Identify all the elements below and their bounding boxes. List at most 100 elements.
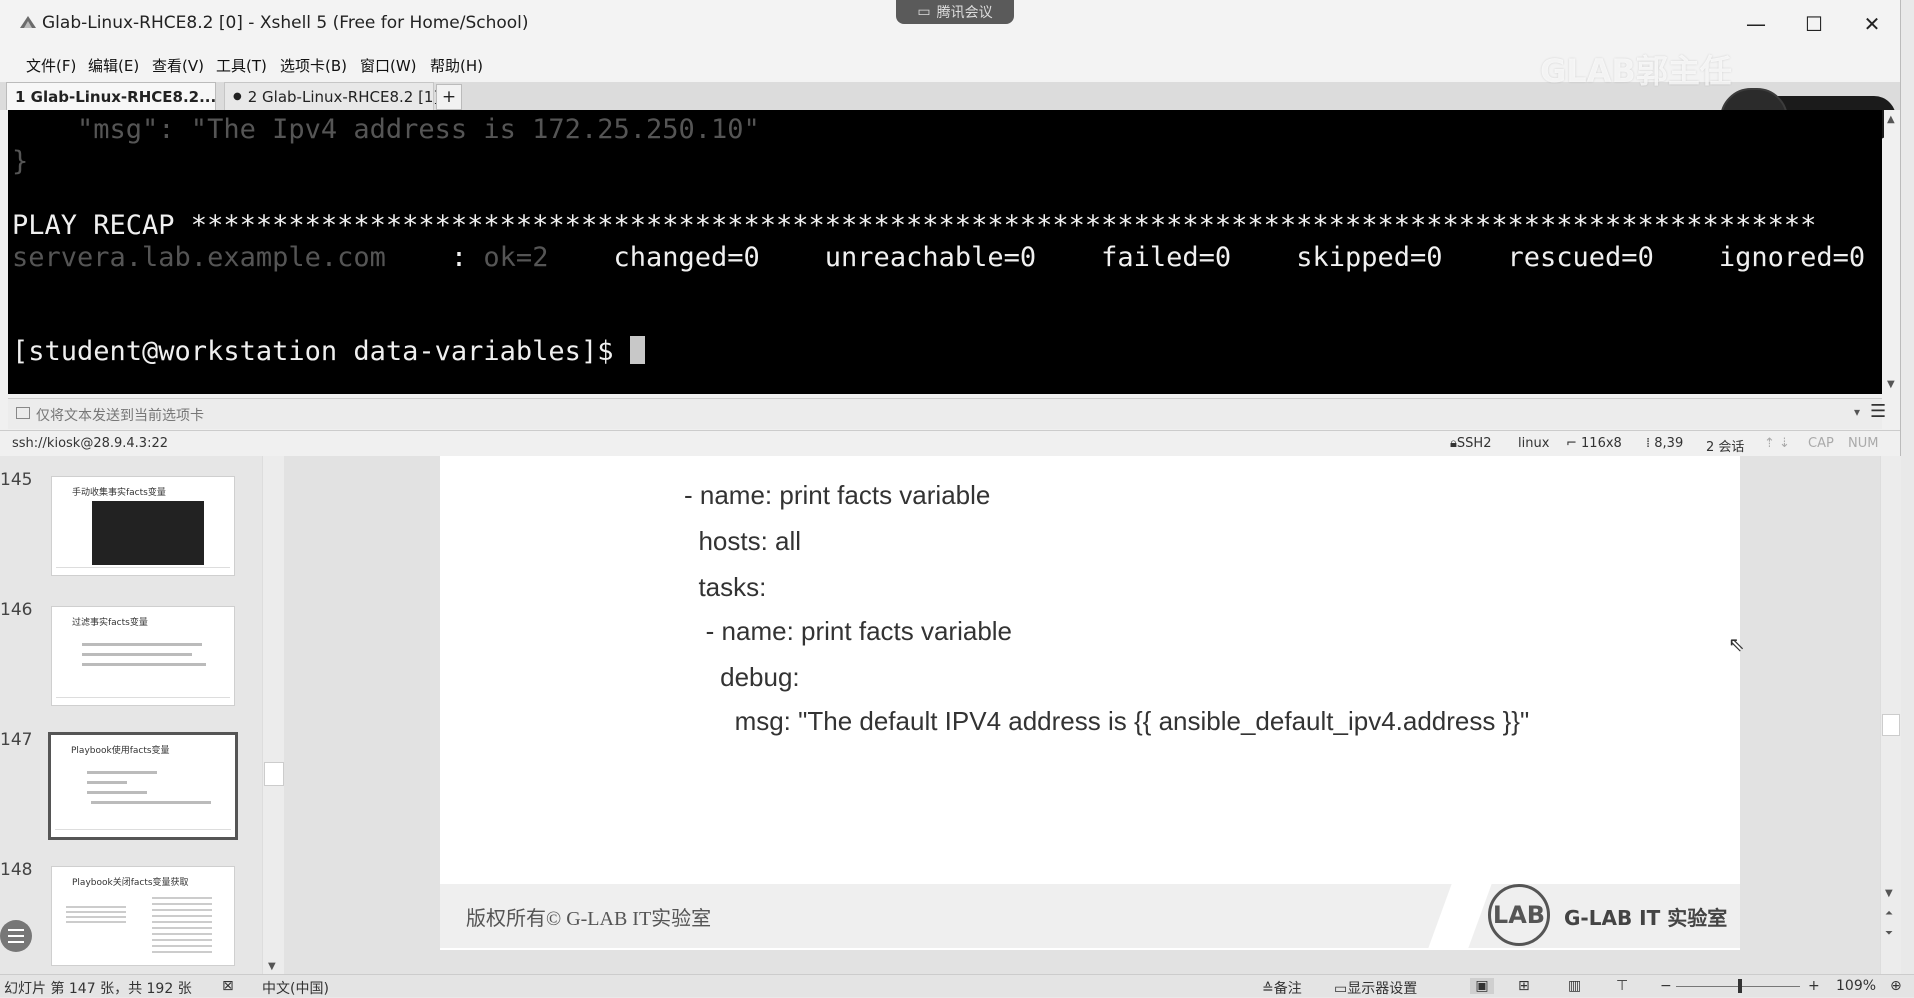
- scroll-up-icon[interactable]: ▲: [1887, 114, 1895, 125]
- zoom-in-icon[interactable]: +: [1808, 978, 1820, 994]
- compose-icon: [16, 407, 30, 419]
- terminal-output[interactable]: "msg": "The Ipv4 address is 172.25.250.1…: [8, 110, 1882, 394]
- resize-icon: ⌐: [1566, 436, 1582, 451]
- status-cursor: ⁞ 8,39: [1646, 436, 1684, 451]
- connection-address: ssh://kiosk@28.9.4.3:22: [12, 436, 168, 451]
- minimize-button[interactable]: —: [1730, 4, 1782, 44]
- zoom-out-icon[interactable]: −: [1660, 978, 1672, 994]
- compose-bar[interactable]: 仅将文本发送到当前选项卡 ▾ ☰: [8, 398, 1886, 429]
- code-line: - name: print facts variable: [684, 616, 1013, 646]
- notes-button[interactable]: ≙备注: [1262, 978, 1302, 998]
- recap-stats: changed=0 unreachable=0 failed=0 skipped…: [548, 242, 1866, 273]
- watermark-text: GLAB郭主任: [1540, 52, 1732, 90]
- compose-menu-icon[interactable]: ☰: [1870, 401, 1886, 422]
- thumbnail-text-line: [87, 791, 147, 794]
- tab-session-1[interactable]: 1 Glab-Linux-RHCE8.2... ×: [6, 82, 235, 110]
- thumbnail-title: 过滤事实facts变量: [72, 618, 148, 628]
- thumbnail-title: 手动收集事实facts变量: [72, 488, 166, 498]
- thumbnail-text-line: [87, 771, 157, 774]
- display-settings-button[interactable]: ▭显示器设置: [1334, 978, 1417, 998]
- tab-label: 2 Glab-Linux-RHCE8.2 [1]: [247, 87, 440, 106]
- thumbnail-text-line: [87, 781, 127, 784]
- code-line: tasks:: [684, 572, 767, 602]
- thumbnail-scroll-thumb[interactable]: [264, 762, 284, 786]
- slideshow-icon[interactable]: ⊤: [1616, 978, 1628, 994]
- glab-logo: LAB: [1488, 884, 1550, 946]
- zoom-slider-thumb[interactable]: [1738, 979, 1742, 993]
- thumbnail-footer: [56, 697, 230, 702]
- lock-icon: 🔒︎: [1450, 436, 1457, 451]
- code-line: debug:: [684, 662, 800, 692]
- editor-scroll-thumb[interactable]: [1882, 714, 1900, 736]
- tab-session-2[interactable]: ● 2 Glab-Linux-RHCE8.2 [1] ×: [224, 82, 458, 110]
- menu-window[interactable]: 窗口(W): [360, 55, 417, 76]
- language-indicator[interactable]: 中文(中国): [262, 978, 329, 998]
- slide-number: 145: [0, 470, 33, 490]
- normal-view-icon[interactable]: ▣: [1470, 978, 1494, 994]
- status-size: ⌐ 116x8: [1566, 436, 1622, 451]
- recap-ok: ok=2: [483, 242, 549, 273]
- recap-host: servera.lab.example.com: [12, 242, 386, 273]
- meeting-icon: ▭: [917, 4, 931, 20]
- menu-view[interactable]: 查看(V): [152, 55, 204, 76]
- menu-tools[interactable]: 工具(T): [216, 55, 267, 76]
- compose-input[interactable]: 仅将文本发送到当前选项卡: [36, 405, 204, 425]
- xshell-app-icon: [20, 16, 36, 28]
- ppt-status-bar: 幻灯片 第 147 张，共 192 张 ⊠ 中文(中国) ≙备注 ▭显示器设置 …: [0, 974, 1914, 997]
- thumbnail-title: Playbook使用facts变量: [71, 746, 170, 756]
- compose-dropdown-icon[interactable]: ▾: [1854, 405, 1860, 419]
- next-slide-icon[interactable]: ⏷: [1885, 928, 1893, 939]
- code-line: hosts: all: [684, 526, 802, 556]
- slide-number: 146: [0, 600, 33, 620]
- slide-thumbnail-148[interactable]: Playbook关闭facts变量获取: [51, 866, 235, 966]
- slide-thumbnail-145[interactable]: 手动收集事实facts变量: [51, 476, 235, 576]
- menu-edit[interactable]: 编辑(E): [88, 55, 139, 76]
- new-tab-button[interactable]: +: [436, 84, 462, 110]
- thumbnail-title: Playbook关闭facts变量获取: [72, 878, 189, 888]
- notes-icon: ≙: [1262, 981, 1274, 997]
- copyright-text: 版权所有© G-LAB IT实验室: [466, 908, 712, 930]
- lab-name: G-LAB IT 实验室: [1564, 906, 1728, 930]
- slide-thumbnail-147[interactable]: Playbook使用facts变量: [48, 732, 238, 840]
- status-cap: CAP: [1808, 436, 1834, 451]
- thumbnail-text-line: [82, 643, 202, 646]
- reading-view-icon[interactable]: ▥: [1568, 978, 1581, 994]
- editor-scrollbar[interactable]: ▼ ⏶ ⏷: [1880, 456, 1901, 974]
- thumbnail-code-block: [152, 893, 212, 953]
- maximize-button[interactable]: ☐: [1788, 4, 1840, 44]
- status-term: linux: [1518, 436, 1550, 451]
- terminal-scrollbar[interactable]: ▲ ▼: [1884, 110, 1900, 394]
- slide-number: 148: [0, 860, 33, 880]
- slide-count: 幻灯片 第 147 张，共 192 张: [4, 981, 192, 997]
- current-slide[interactable]: - name: print facts variable hosts: all …: [440, 456, 1740, 950]
- previous-slide-icon[interactable]: ⏶: [1885, 908, 1893, 919]
- menu-file[interactable]: 文件(F): [26, 55, 76, 76]
- mouse-pointer-icon: ⇖: [1728, 632, 1745, 656]
- thumbnail-scrollbar[interactable]: ▼: [262, 456, 285, 974]
- code-line: msg: "The default IPV4 address is {{ ans…: [684, 706, 1530, 736]
- meeting-indicator[interactable]: ▭ 腾讯会议: [896, 0, 1014, 24]
- zoom-level[interactable]: 109%: [1836, 978, 1876, 994]
- fit-to-window-icon[interactable]: ⊕: [1890, 978, 1902, 994]
- terminal-cursor: [629, 336, 645, 364]
- status-bar: ssh://kiosk@28.9.4.3:22 🔒︎SSH2 linux ⌐ 1…: [0, 430, 1900, 457]
- floating-menu-icon[interactable]: [0, 920, 32, 952]
- scroll-down-icon[interactable]: ▼: [268, 961, 276, 972]
- terminal-line: "msg": "The Ipv4 address is 172.25.250.1…: [12, 114, 760, 145]
- slide-number: 147: [0, 730, 33, 750]
- scroll-down-icon[interactable]: ▼: [1885, 888, 1893, 899]
- display-icon: ▭: [1334, 981, 1348, 997]
- status-num: NUM: [1848, 436, 1879, 451]
- tab-dot-icon: ●: [233, 91, 242, 102]
- status-protocol: 🔒︎SSH2: [1450, 436, 1492, 451]
- shell-prompt: [student@workstation data-variables]$: [12, 336, 630, 367]
- status-sessions: 2 会话: [1706, 440, 1745, 455]
- slide-thumbnail-146[interactable]: 过滤事实facts变量: [51, 606, 235, 706]
- slide-sorter-icon[interactable]: ⊞: [1518, 978, 1530, 994]
- spellcheck-icon[interactable]: ⊠: [222, 978, 234, 994]
- meeting-label: 腾讯会议: [936, 5, 993, 21]
- scroll-down-icon[interactable]: ▼: [1887, 379, 1895, 390]
- menu-tab[interactable]: 选项卡(B): [280, 55, 347, 76]
- close-button[interactable]: ✕: [1846, 4, 1898, 44]
- menu-help[interactable]: 帮助(H): [430, 55, 483, 76]
